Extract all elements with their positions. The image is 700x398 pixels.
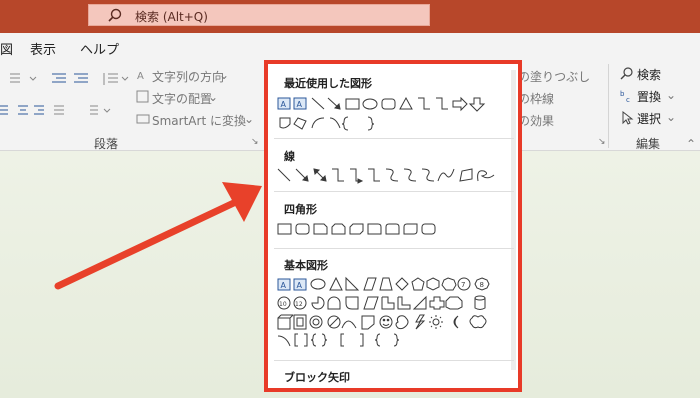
find-icon: [620, 67, 633, 80]
group-divider: [608, 64, 609, 148]
editing-group-label: 編集: [636, 137, 661, 151]
text-direction-button[interactable]: 文字列の方向: [152, 68, 224, 85]
chevron-down-icon: ⌄: [219, 68, 230, 82]
svg-text:b: b: [620, 90, 625, 98]
replace-icon: bc: [620, 90, 630, 103]
section-separator: [274, 191, 514, 192]
align-icon[interactable]: [0, 104, 44, 118]
line-shapes-row[interactable]: [276, 166, 506, 186]
indent-icon[interactable]: [50, 72, 90, 86]
chevron-down-icon: ⌄: [666, 110, 677, 124]
svg-text:A: A: [297, 281, 303, 290]
section-title-lines: 線: [284, 150, 295, 163]
text-align-icon: [136, 90, 149, 103]
menu-item-draw[interactable]: 図: [0, 39, 13, 58]
svg-text:A: A: [281, 100, 287, 109]
svg-text:A: A: [137, 71, 144, 82]
dialog-launcher-icon[interactable]: ↘: [598, 137, 606, 147]
section-separator: [274, 360, 514, 361]
collapse-ribbon-icon[interactable]: ⌃: [686, 137, 696, 151]
menu-item-help[interactable]: ヘルプ: [80, 39, 119, 58]
svg-text:A: A: [281, 281, 287, 290]
smartart-button[interactable]: SmartArt に変換: [152, 112, 246, 129]
svg-text:c: c: [626, 96, 630, 103]
svg-text:8: 8: [480, 281, 484, 289]
menu-bar: 図 表示 ヘルプ: [0, 33, 700, 60]
bullets-icon[interactable]: [6, 72, 40, 86]
chevron-down-icon: ⌄: [666, 88, 677, 102]
smartart-icon: [136, 114, 150, 124]
select-cursor-icon: [622, 111, 634, 125]
text-align-button[interactable]: 文字の配置: [152, 90, 212, 107]
panel-scrollbar[interactable]: [511, 70, 516, 370]
dialog-launcher-icon[interactable]: ↘: [251, 137, 259, 147]
svg-text:7: 7: [461, 281, 465, 289]
svg-text:10: 10: [279, 301, 287, 308]
chevron-down-icon: ⌄: [208, 90, 219, 104]
search-icon: [108, 8, 122, 22]
section-title-rectangles: 四角形: [284, 203, 317, 216]
line-spacing-icon[interactable]: [100, 72, 130, 86]
section-separator: [274, 248, 514, 249]
section-title-basic-shapes: 基本図形: [284, 259, 328, 272]
find-button[interactable]: 検索: [637, 66, 661, 83]
paragraph-group-label: 段落: [94, 137, 119, 151]
search-box[interactable]: 検索 (Alt+Q): [88, 4, 430, 26]
columns-icon[interactable]: [88, 104, 116, 118]
svg-text:12: 12: [295, 301, 303, 308]
basic-shapes-grid[interactable]: A A 7 8 10 12: [276, 276, 506, 356]
chevron-down-icon: ⌄: [244, 112, 255, 126]
title-bar: 検索 (Alt+Q): [0, 0, 700, 33]
section-separator: [274, 138, 514, 139]
recent-shapes-row[interactable]: A A: [276, 94, 506, 134]
text-direction-icon: A: [137, 71, 144, 82]
justify-icon[interactable]: [54, 104, 82, 118]
section-title-recent: 最近使用した図形: [284, 77, 372, 90]
select-button[interactable]: 選択: [637, 110, 661, 127]
menu-item-view[interactable]: 表示: [30, 39, 56, 58]
rectangle-shapes-row[interactable]: [276, 220, 506, 240]
shapes-gallery-panel: 最近使用した図形 A A 線 四角形 基本図形 A A 7 8 10 12 ブロ…: [264, 60, 522, 392]
search-placeholder: 検索 (Alt+Q): [135, 10, 208, 24]
section-title-block-arrows: ブロック矢印: [284, 371, 350, 384]
svg-text:A: A: [297, 100, 303, 109]
replace-button[interactable]: 置換: [637, 88, 661, 105]
